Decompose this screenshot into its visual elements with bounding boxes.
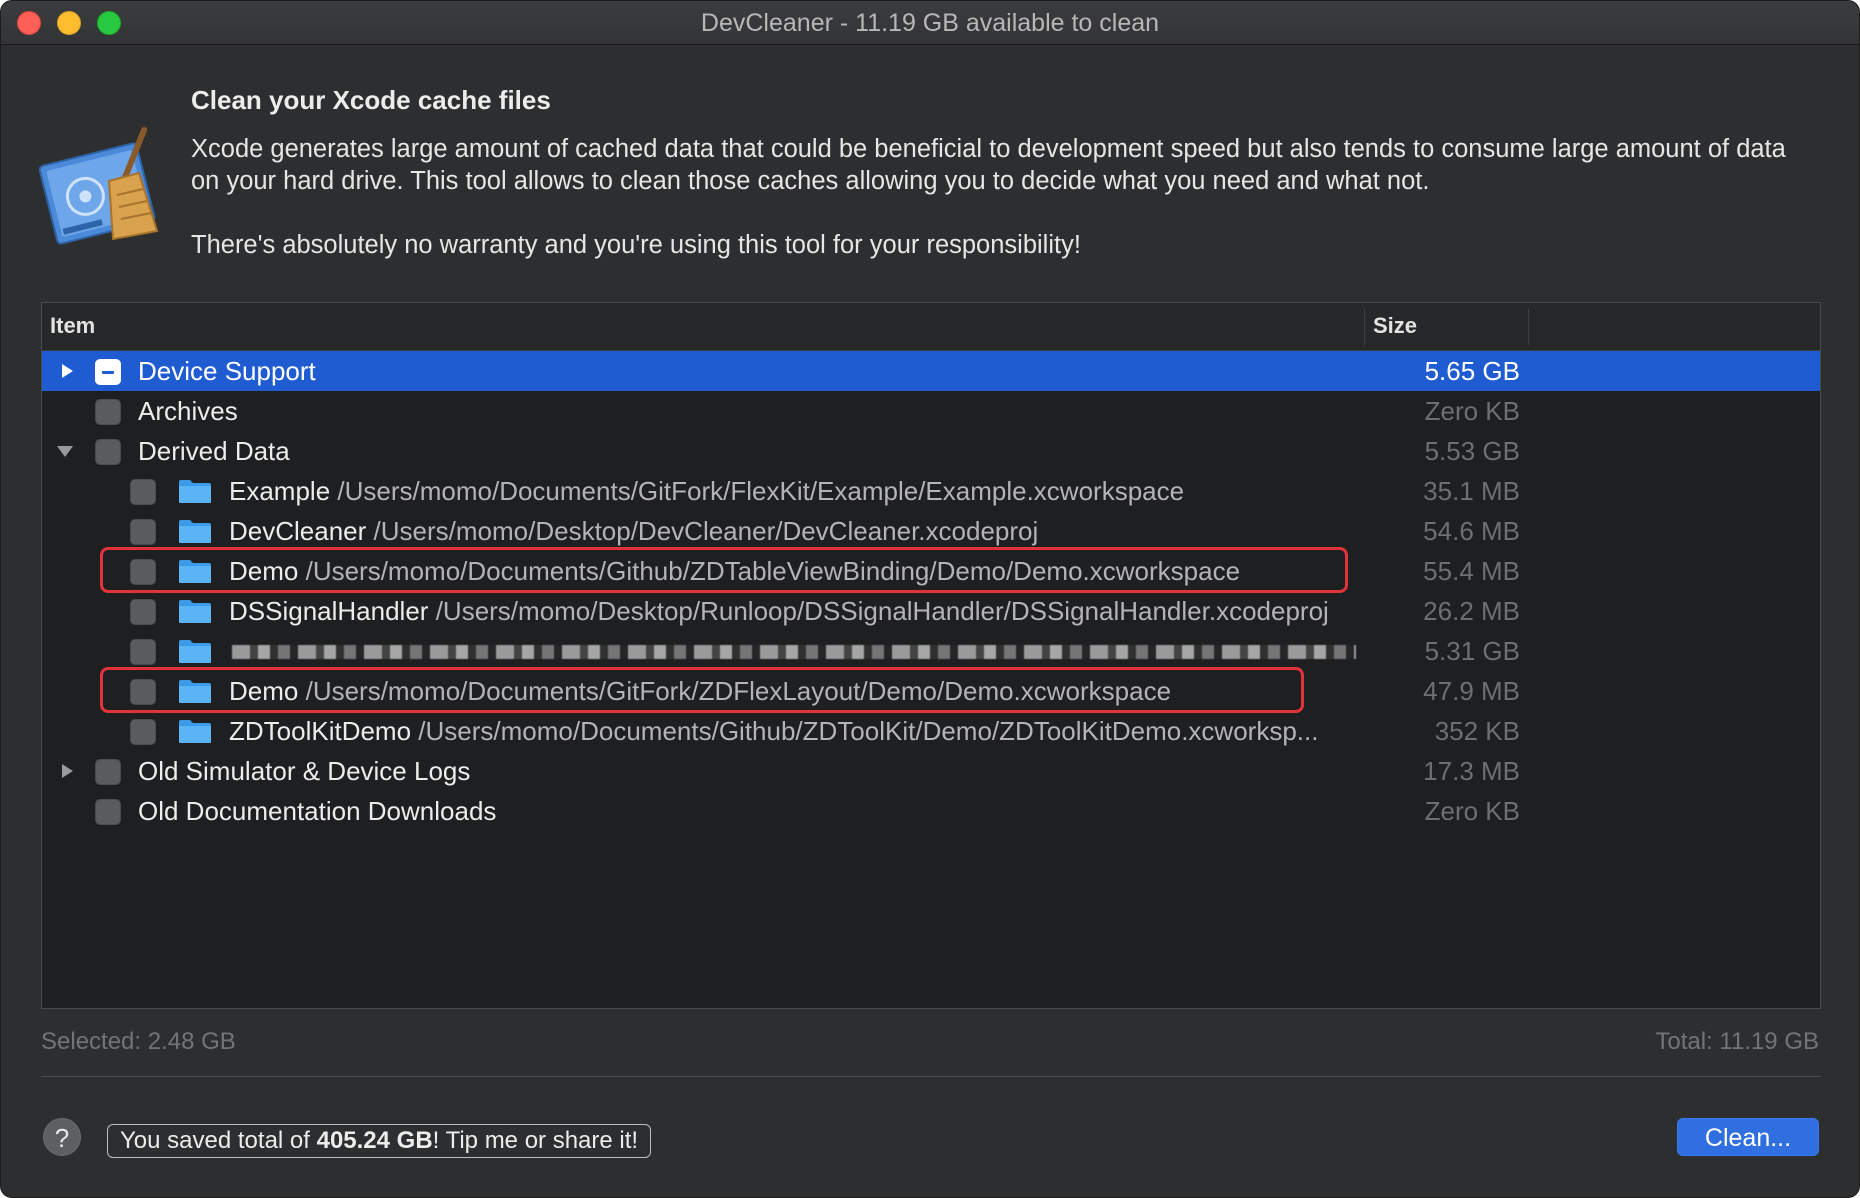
project-path: /Users/momo/Desktop/DevCleaner/DevCleane… [373,516,1039,546]
disclosure-collapsed-icon[interactable] [58,762,76,780]
row-checkbox[interactable] [95,399,121,425]
row-checkbox[interactable] [130,599,156,625]
table-row[interactable]: Device Support 5.65 GB [42,351,1820,391]
row-checkbox[interactable] [130,719,156,745]
app-window: DevCleaner - 11.19 GB available to clean… [0,0,1860,1198]
annotation-highlight-box [100,667,1304,713]
warranty-warning: There's absolutely no warranty and you'r… [191,231,1081,259]
row-label: DSSignalHandler /Users/momo/Desktop/Runl… [229,596,1329,627]
row-size: 352 KB [1434,716,1520,746]
row-label: Derived Data [138,436,290,466]
row-label: Example /Users/momo/Documents/GitFork/Fl… [229,476,1184,507]
row-size: Zero KB [1424,796,1520,826]
disclosure-expanded-icon[interactable] [56,442,74,460]
tip-share-button[interactable]: You saved total of 405.24 GB! Tip me or … [107,1124,652,1158]
disclosure-collapsed-icon[interactable] [58,362,76,380]
description-text: Xcode generates large amount of cached d… [191,135,1786,195]
table-row[interactable]: Archives Zero KB [42,391,1820,431]
column-divider [1528,309,1529,345]
column-header-size[interactable]: Size [1373,313,1417,339]
row-size: 35.1 MB [1423,476,1520,506]
row-size: 47.9 MB [1423,676,1520,706]
row-size: Zero KB [1424,396,1520,426]
row-checkbox[interactable] [95,359,121,385]
folder-icon [179,640,211,663]
project-name: DSSignalHandler [229,596,429,626]
row-size: 55.4 MB [1423,556,1520,586]
table-row[interactable]: Derived Data 5.53 GB [42,431,1820,471]
title-bar: DevCleaner - 11.19 GB available to clean [1,1,1859,45]
annotation-highlight-box [100,547,1348,593]
selected-size-label: Selected: 2.48 GB [41,1028,236,1055]
project-name: DevCleaner [229,516,367,546]
project-path: /Users/momo/Documents/Github/ZDToolKit/D… [418,716,1319,746]
saved-amount: 405.24 GB [316,1127,433,1154]
row-label: Device Support [138,356,316,386]
project-path: /Users/momo/Desktop/Runloop/DSSignalHand… [435,596,1329,626]
redacted-path [232,645,1356,659]
table-row[interactable]: ZDToolKitDemo /Users/momo/Documents/Gith… [42,711,1820,751]
tip-text-prefix: You saved total of [120,1127,317,1154]
clean-button[interactable]: Clean... [1677,1118,1819,1156]
tip-text-suffix: ! Tip me or share it! [432,1127,639,1154]
table-row[interactable]: Old Documentation Downloads Zero KB [42,791,1820,831]
row-checkbox[interactable] [130,519,156,545]
table-row[interactable]: Example /Users/momo/Documents/GitFork/Fl… [42,471,1820,511]
help-button[interactable]: ? [43,1118,81,1156]
row-checkbox[interactable] [95,799,121,825]
row-checkbox[interactable] [130,639,156,665]
row-checkbox[interactable] [95,439,121,465]
table-row[interactable]: DevCleaner /Users/momo/Desktop/DevCleane… [42,511,1820,551]
row-label: Old Documentation Downloads [138,796,497,826]
column-divider [1364,309,1365,345]
row-size: 5.53 GB [1424,436,1520,466]
row-size: 5.31 GB [1424,636,1520,666]
folder-icon [179,480,211,503]
page-heading: Clean your Xcode cache files [191,85,551,115]
cache-outline-table[interactable]: Item Size Device Support 5.65 GB Archive… [41,302,1821,1009]
table-row[interactable]: Old Simulator & Device Logs 17.3 MB [42,751,1820,791]
table-header: Item Size [42,303,1820,351]
row-size: 26.2 MB [1423,596,1520,626]
row-label: DevCleaner /Users/momo/Desktop/DevCleane… [229,516,1038,547]
folder-icon [179,520,211,543]
project-name: ZDToolKitDemo [229,716,412,746]
row-label: Archives [138,396,238,426]
row-checkbox[interactable] [95,759,121,785]
folder-icon [179,600,211,623]
row-label: ZDToolKitDemo /Users/momo/Documents/Gith… [229,716,1318,747]
window-title: DevCleaner - 11.19 GB available to clean [700,9,1160,37]
project-path: /Users/momo/Documents/GitFork/FlexKit/Ex… [337,476,1185,506]
row-checkbox[interactable] [130,479,156,505]
total-size-label: Total: 11.19 GB [1655,1028,1819,1055]
table-row[interactable]: 5.31 GB [42,631,1820,671]
app-logo-broom-icon [39,126,159,245]
footer-divider [41,1076,1821,1077]
row-size: 54.6 MB [1423,516,1520,546]
row-size: 5.65 GB [1424,356,1520,386]
row-size: 17.3 MB [1423,756,1520,786]
row-label: Old Simulator & Device Logs [138,756,471,786]
project-name: Example [229,476,331,506]
folder-icon [179,720,211,743]
table-row[interactable]: DSSignalHandler /Users/momo/Desktop/Runl… [42,591,1820,631]
column-header-item[interactable]: Item [50,313,95,339]
